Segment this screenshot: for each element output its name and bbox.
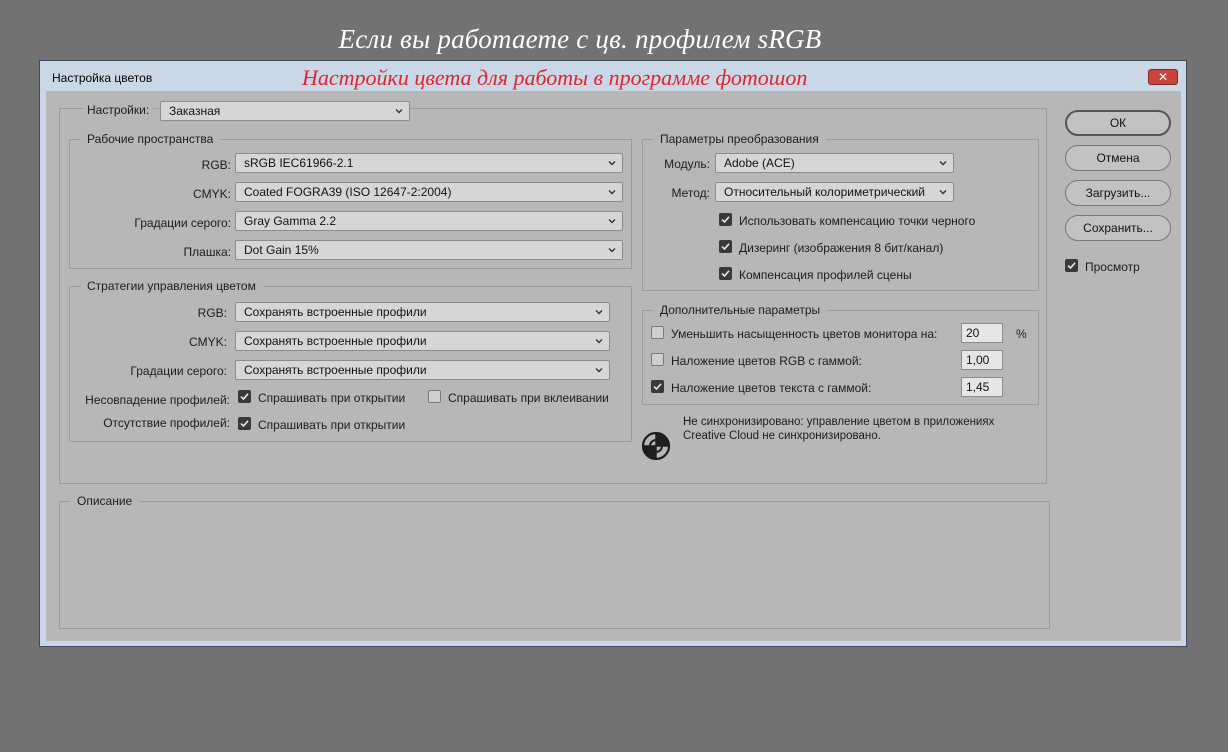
scene-label: Компенсация профилей сцены [739,268,912,282]
checkmark-icon [1067,262,1076,270]
engine-value: Adobe (ACE) [724,156,795,170]
dialog-body: Настройки: Заказная Рабочие пространства… [46,91,1181,641]
blend-text-input[interactable]: 1,45 [961,377,1003,397]
engine-label: Модуль: [664,157,710,171]
bpc-checkbox[interactable] [719,213,732,226]
ws-cmyk-select[interactable]: Coated FOGRA39 (ISO 12647-2:2004) [235,182,623,202]
settings-select[interactable]: Заказная [160,101,410,121]
ws-rgb-value: sRGB IEC61966-2.1 [244,156,354,170]
checkmark-icon [721,243,730,251]
blend-text-label: Наложение цветов текста с гаммой: [671,381,872,395]
window-title: Настройка цветов [52,71,153,85]
checkmark-icon [721,216,730,224]
pol-rgb-select[interactable]: Сохранять встроенные профили [235,302,610,322]
blend-text-checkbox[interactable] [651,380,664,393]
conversion-title: Параметры преобразования [653,132,826,146]
policies-title: Стратегии управления цветом [80,279,263,293]
ws-gray-value: Gray Gamma 2.2 [244,214,337,228]
mismatch-open-label: Спрашивать при открытии [258,391,406,405]
description-title: Описание [70,494,140,508]
blend-rgb-input[interactable]: 1,00 [961,350,1003,370]
chevron-down-icon [939,190,947,195]
desaturate-unit: % [1016,327,1027,341]
ws-gray-select[interactable]: Gray Gamma 2.2 [235,211,623,231]
pol-cmyk-select[interactable]: Сохранять встроенные профили [235,331,610,351]
description-group: Описание [59,494,1050,629]
sync-status-icon [641,431,671,461]
checkmark-icon [721,270,730,278]
advanced-title: Дополнительные параметры [653,303,828,317]
desaturate-label: Уменьшить насыщенность цветов монитора н… [671,327,938,341]
missing-open-checkbox[interactable] [238,417,251,430]
sync-line-1: Не синхронизировано: управление цветом в… [683,416,995,428]
mismatch-label: Несовпадение профилей: [85,393,230,407]
desaturate-checkbox[interactable] [651,326,664,339]
title-bar[interactable]: Настройка цветов Настройки цвета для раб… [40,61,1186,91]
chevron-down-icon [939,161,947,166]
intent-value: Относительный колориметрический [724,185,925,199]
pol-cmyk-label: CMYK: [188,335,227,349]
checkmark-icon [240,393,249,401]
checkmark-icon [240,420,249,428]
mismatch-open-checkbox[interactable] [238,390,251,403]
bpc-label: Использовать компенсацию точки черного [739,214,976,228]
cancel-button[interactable]: Отмена [1065,145,1171,171]
preview-label: Просмотр [1085,260,1140,274]
ok-button[interactable]: ОК [1065,110,1171,136]
desaturate-input[interactable]: 20 [961,323,1003,343]
ws-spot-select[interactable]: Dot Gain 15% [235,240,623,260]
pol-gray-value: Сохранять встроенные профили [244,363,427,377]
chevron-down-icon [595,368,603,373]
sync-line-2: Creative Cloud не синхронизировано. [683,430,881,442]
chevron-down-icon [608,248,616,253]
blend-rgb-checkbox[interactable] [651,353,664,366]
ws-rgb-select[interactable]: sRGB IEC61966-2.1 [235,153,623,173]
intent-label: Метод: [671,186,710,200]
settings-label: Настройки: [83,103,154,117]
chevron-down-icon [395,109,403,114]
engine-select[interactable]: Adobe (ACE) [715,153,954,173]
mismatch-paste-label: Спрашивать при вклеивании [448,391,609,405]
mismatch-paste-checkbox[interactable] [428,390,441,403]
pol-rgb-value: Сохранять встроенные профили [244,305,427,319]
scene-checkbox[interactable] [719,267,732,280]
missing-open-label: Спрашивать при открытии [258,418,406,432]
color-settings-window: Настройка цветов Настройки цвета для раб… [39,60,1187,647]
close-button[interactable]: ✕ [1148,69,1178,85]
ws-spot-label: Плашка: [183,245,231,259]
chevron-down-icon [595,339,603,344]
missing-label: Отсутствие профилей: [103,416,230,430]
pol-cmyk-value: Сохранять встроенные профили [244,334,427,348]
preview-checkbox[interactable] [1065,259,1078,272]
top-caption: Если вы работаете с цв. профилем sRGB [338,24,822,54]
red-caption: Настройки цвета для работы в программе ф… [302,65,808,90]
dither-checkbox[interactable] [719,240,732,253]
checkmark-icon [653,383,662,391]
chevron-down-icon [595,310,603,315]
load-button[interactable]: Загрузить... [1065,180,1171,206]
pol-rgb-label: RGB: [197,306,227,320]
chevron-down-icon [608,161,616,166]
ws-rgb-label: RGB: [201,158,231,172]
dither-label: Дизеринг (изображения 8 бит/канал) [739,241,944,255]
working-spaces-title: Рабочие пространства [80,132,221,146]
intent-select[interactable]: Относительный колориметрический [715,182,954,202]
settings-value: Заказная [169,104,221,118]
blend-rgb-label: Наложение цветов RGB с гаммой: [671,354,862,368]
pol-gray-label: Градации серого: [130,364,227,378]
chevron-down-icon [608,190,616,195]
ws-spot-value: Dot Gain 15% [244,243,319,257]
ws-cmyk-label: CMYK: [192,187,231,201]
ws-gray-label: Градации серого: [134,216,231,230]
close-icon: ✕ [1157,70,1169,84]
save-button[interactable]: Сохранить... [1065,215,1171,241]
ws-cmyk-value: Coated FOGRA39 (ISO 12647-2:2004) [244,185,452,199]
pol-gray-select[interactable]: Сохранять встроенные профили [235,360,610,380]
chevron-down-icon [608,219,616,224]
